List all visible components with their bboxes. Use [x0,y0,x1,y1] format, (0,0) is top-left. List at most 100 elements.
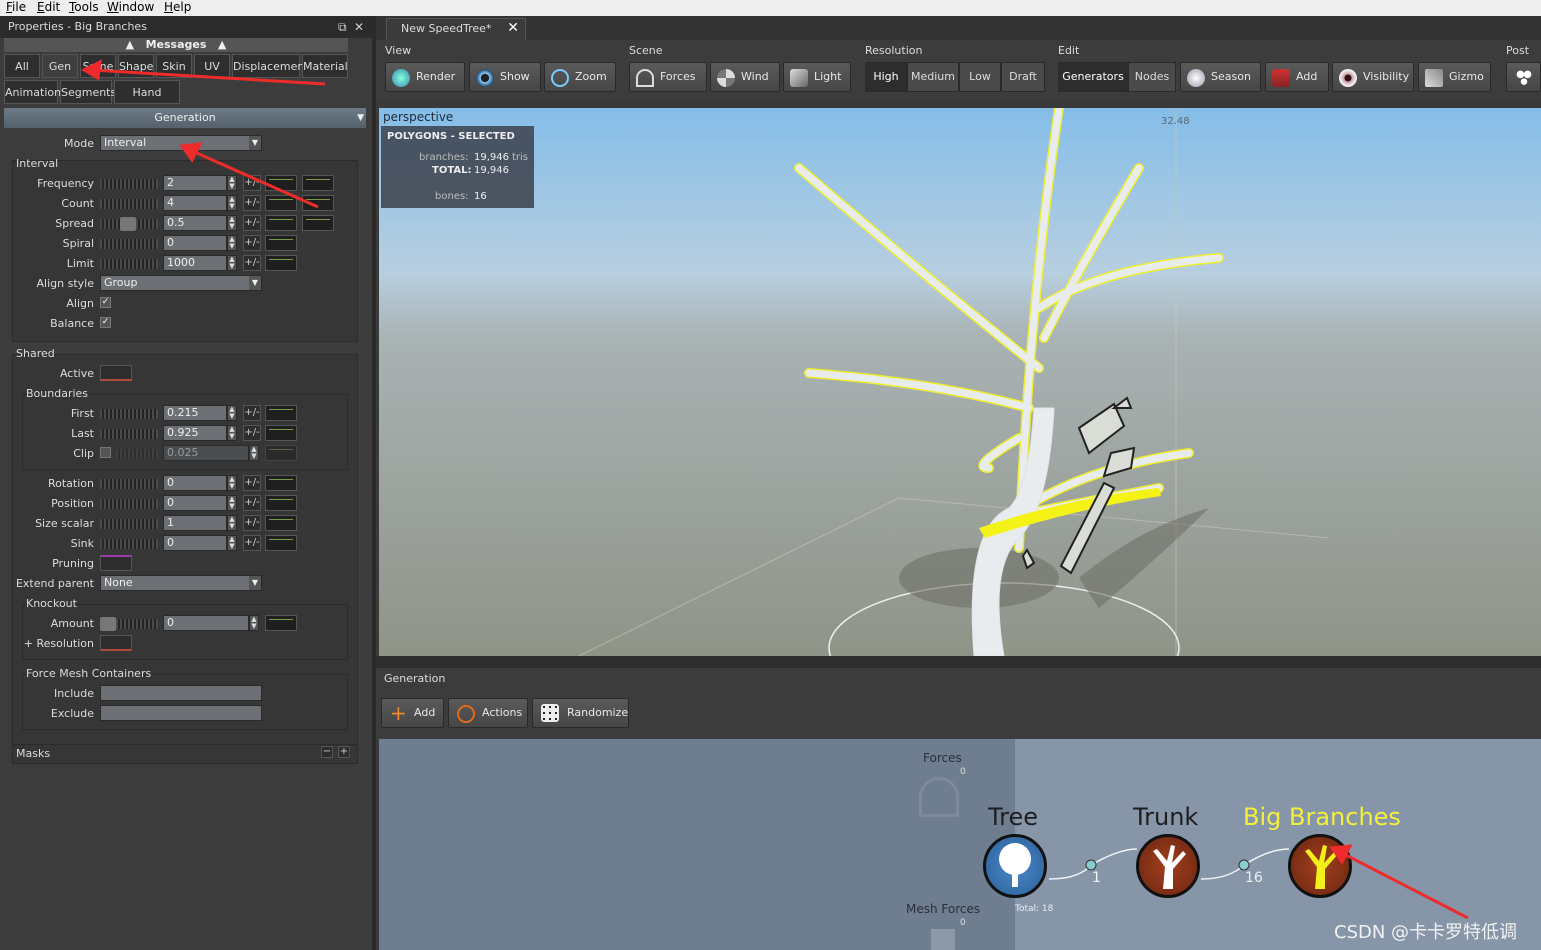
knockout-resolution-curve[interactable] [100,635,132,651]
sink-input[interactable]: 0 [163,535,227,551]
mode-dropdown[interactable]: Interval ▼ [100,135,262,151]
limit-variance-button[interactable]: +/- [243,255,261,271]
spread-spinner[interactable]: ▲ ▼ [227,215,237,231]
position-input[interactable]: 0 [163,495,227,511]
tab-segments[interactable]: Segments [60,80,116,104]
clip-slider[interactable] [116,449,158,459]
pruning-curve[interactable] [100,555,132,571]
spread-slider[interactable] [100,217,158,231]
first-input[interactable]: 0.215 [163,405,227,421]
align-style-dropdown[interactable]: Group ▼ [100,275,262,291]
spiral-curve[interactable] [265,235,297,251]
menu-help[interactable]: Help [164,0,191,14]
frequency-curve[interactable] [265,175,297,191]
first-spinner[interactable]: ▲ ▼ [227,405,237,421]
resolution-medium-button[interactable]: Medium [907,62,959,92]
close-tab-icon[interactable]: ✕ [507,18,519,38]
position-slider[interactable] [100,499,158,509]
sink-slider[interactable] [100,539,158,549]
generation-header[interactable]: Generation ▼ [4,108,366,128]
masks-group[interactable] [12,744,358,764]
forces-button[interactable]: Forces [629,62,707,92]
count-curve-2[interactable] [302,195,334,211]
visibility-button[interactable]: Visibility [1332,62,1414,92]
size-scalar-slider[interactable] [100,519,158,529]
light-button[interactable]: Light [783,62,851,92]
trunk-node[interactable] [1136,834,1200,898]
rotation-slider[interactable] [100,479,158,489]
spiral-slider[interactable] [100,239,158,249]
messages-bar[interactable]: ▲ Messages ▲ [4,38,348,52]
size-scalar-variance-button[interactable]: +/- [243,515,261,531]
frequency-variance-button[interactable]: +/- [243,175,261,191]
season-button[interactable]: Season [1180,62,1261,92]
tab-animation[interactable]: Animation [4,80,61,104]
spiral-variance-button[interactable]: +/- [243,235,261,251]
rotation-input[interactable]: 0 [163,475,227,491]
tab-shape[interactable]: Shape [118,54,154,78]
tab-all[interactable]: All [4,54,40,78]
nodes-mode-button[interactable]: Nodes [1128,62,1176,92]
include-field[interactable] [100,685,262,701]
show-button[interactable]: Show [469,62,541,92]
tree-node[interactable] [983,834,1047,898]
generators-mode-button[interactable]: Generators [1058,62,1128,92]
document-tab[interactable]: New SpeedTree* ✕ [386,18,526,40]
tab-uv[interactable]: UV [194,54,230,78]
rotation-variance-button[interactable]: +/- [243,475,261,491]
position-curve[interactable] [265,495,297,511]
last-spinner[interactable]: ▲ ▼ [227,425,237,441]
sink-curve[interactable] [265,535,297,551]
tab-material[interactable]: Material [302,54,348,78]
menu-tools[interactable]: Tools [69,0,99,14]
sink-spinner[interactable]: ▲ ▼ [227,535,237,551]
add-generator-button[interactable]: Add [1265,62,1329,92]
tab-displacement[interactable]: Displacement [232,54,309,78]
extend-parent-dropdown[interactable]: None ▼ [100,575,262,591]
sink-variance-button[interactable]: +/- [243,535,261,551]
clip-input[interactable]: 0.025 [163,445,249,461]
frequency-slider[interactable] [100,179,158,189]
clip-curve[interactable] [265,445,297,461]
size-scalar-curve[interactable] [265,515,297,531]
spread-variance-button[interactable]: +/- [243,215,261,231]
last-variance-button[interactable]: +/- [243,425,261,441]
spiral-spinner[interactable]: ▲ ▼ [227,235,237,251]
spread-curve-2[interactable] [302,215,334,231]
rotation-spinner[interactable]: ▲ ▼ [227,475,237,491]
graph-actions-button[interactable]: Actions [448,698,528,728]
limit-curve[interactable] [265,255,297,271]
frequency-curve-2[interactable] [302,175,334,191]
post-button[interactable] [1506,62,1541,92]
masks-remove-button[interactable]: − [321,746,333,758]
float-icon[interactable]: ⧉ [338,16,347,38]
masks-add-button[interactable]: + [338,746,350,758]
tab-gen[interactable]: Gen [42,54,78,78]
spread-input[interactable]: 0.5 [163,215,227,231]
render-button[interactable]: Render [385,62,465,92]
count-slider[interactable] [100,199,158,209]
knockout-resolution-label[interactable]: + Resolution [4,637,94,650]
limit-slider[interactable] [100,259,158,269]
exclude-field[interactable] [100,705,262,721]
close-icon[interactable]: ✕ [354,16,364,38]
viewport-splitter[interactable] [376,656,1541,668]
resolution-low-button[interactable]: Low [959,62,1001,92]
position-spinner[interactable]: ▲ ▼ [227,495,237,511]
knockout-amount-input[interactable]: 0 [163,615,249,631]
zoom-button[interactable]: Zoom [544,62,616,92]
size-scalar-input[interactable]: 1 [163,515,227,531]
resolution-draft-button[interactable]: Draft [1001,62,1045,92]
first-slider[interactable] [100,409,158,419]
knockout-amount-spinner[interactable]: ▲ ▼ [249,615,259,631]
knockout-slider-handle[interactable] [100,617,116,631]
count-input[interactable]: 4 [163,195,227,211]
menu-file[interactable]: File [6,0,26,14]
position-variance-button[interactable]: +/- [243,495,261,511]
3d-viewport[interactable]: perspective 32.48 [379,108,1541,656]
frequency-input[interactable]: 2 [163,175,227,191]
tab-hand-drawn[interactable]: Hand Drawn [114,80,180,123]
spiral-input[interactable]: 0 [163,235,227,251]
last-curve[interactable] [265,425,297,441]
limit-spinner[interactable]: ▲ ▼ [227,255,237,271]
